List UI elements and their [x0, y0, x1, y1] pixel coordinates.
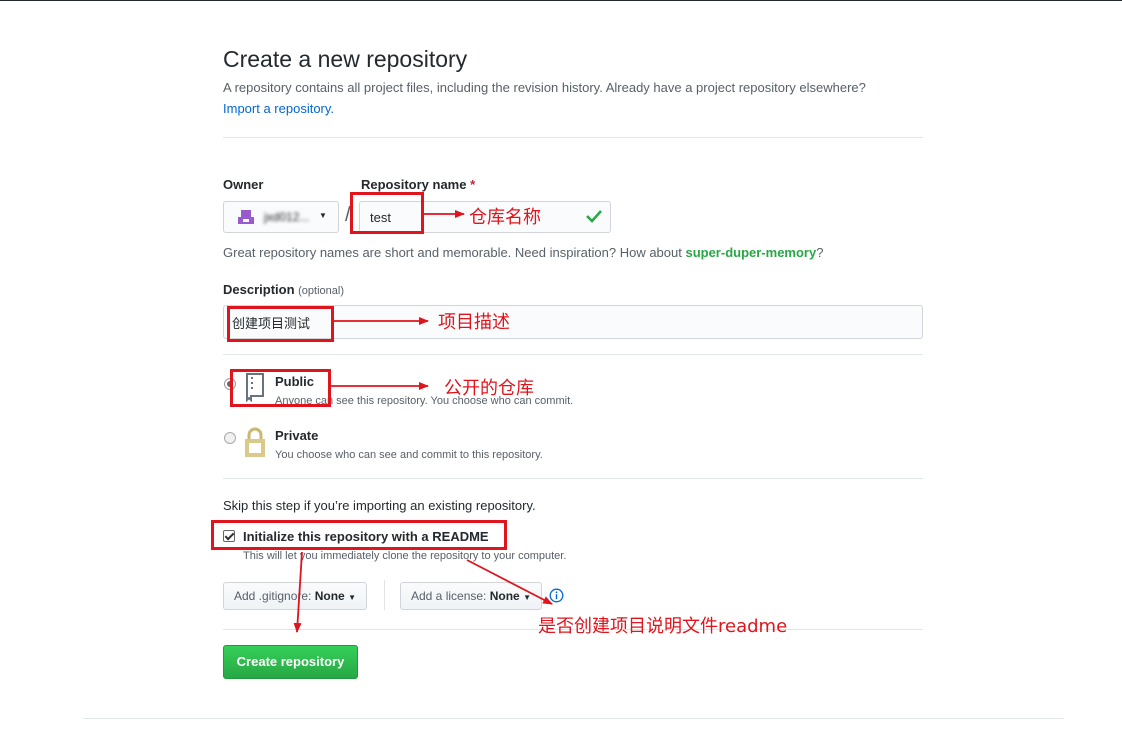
check-icon	[586, 210, 602, 223]
gitignore-value: None	[314, 589, 345, 603]
chevron-down-icon: ▼	[319, 211, 327, 220]
license-value: None	[489, 589, 520, 603]
annotation-description: 项目描述	[438, 312, 510, 333]
license-prefix: Add a license:	[411, 589, 487, 603]
gitignore-dropdown[interactable]: Add .gitignore: None ▼	[223, 582, 367, 610]
skip-note: Skip this step if you’re importing an ex…	[223, 498, 536, 513]
chevron-down-icon: ▼	[523, 593, 531, 602]
avatar-icon	[238, 210, 254, 224]
info-icon[interactable]	[549, 588, 564, 603]
private-radio[interactable]	[224, 432, 236, 444]
top-border	[0, 0, 1122, 1]
lock-icon	[245, 427, 265, 457]
init-readme-note: This will let you immediately clone the …	[243, 550, 567, 562]
repo-name-hint: Great repository names are short and mem…	[223, 245, 823, 260]
hint-suffix: ?	[816, 245, 824, 260]
private-note: You choose who can see and commit to thi…	[275, 449, 543, 461]
gitignore-prefix: Add .gitignore:	[234, 589, 312, 603]
owner-label: Owner	[223, 177, 264, 192]
import-repository-link[interactable]: Import a repository.	[223, 101, 334, 116]
license-dropdown[interactable]: Add a license: None ▼	[400, 582, 542, 610]
divider	[223, 354, 923, 355]
chevron-down-icon: ▼	[348, 593, 356, 602]
description-label-text: Description	[223, 282, 295, 297]
hint-text: Great repository names are short and mem…	[223, 245, 686, 260]
owner-dropdown[interactable]: jxd012... ▼	[223, 201, 339, 233]
private-title: Private	[275, 428, 319, 443]
vertical-divider	[384, 580, 385, 610]
repo-name-label-text: Repository name	[361, 177, 467, 192]
annotation-box-repo-name	[350, 192, 424, 234]
page-title: Create a new repository	[223, 46, 468, 72]
annotation-box-public	[230, 369, 331, 407]
repo-name-label: Repository name *	[361, 177, 475, 192]
name-suggestion-link[interactable]: super-duper-memory	[685, 245, 816, 260]
owner-name: jxd012...	[264, 210, 310, 224]
divider	[223, 137, 923, 138]
divider	[223, 478, 923, 479]
footer-divider	[84, 718, 1064, 719]
annotation-readme: 是否创建项目说明文件readme	[538, 616, 788, 637]
annotation-repo-name: 仓库名称	[469, 207, 541, 228]
page-subtitle: A repository contains all project files,…	[223, 80, 866, 95]
create-repository-button[interactable]: Create repository	[223, 645, 358, 679]
annotation-box-description	[227, 306, 334, 342]
annotation-box-readme	[211, 520, 507, 550]
annotation-public: 公开的仓库	[444, 378, 534, 399]
required-mark: *	[470, 177, 476, 192]
description-label: Description (optional)	[223, 282, 344, 297]
optional-mark: (optional)	[298, 285, 344, 297]
